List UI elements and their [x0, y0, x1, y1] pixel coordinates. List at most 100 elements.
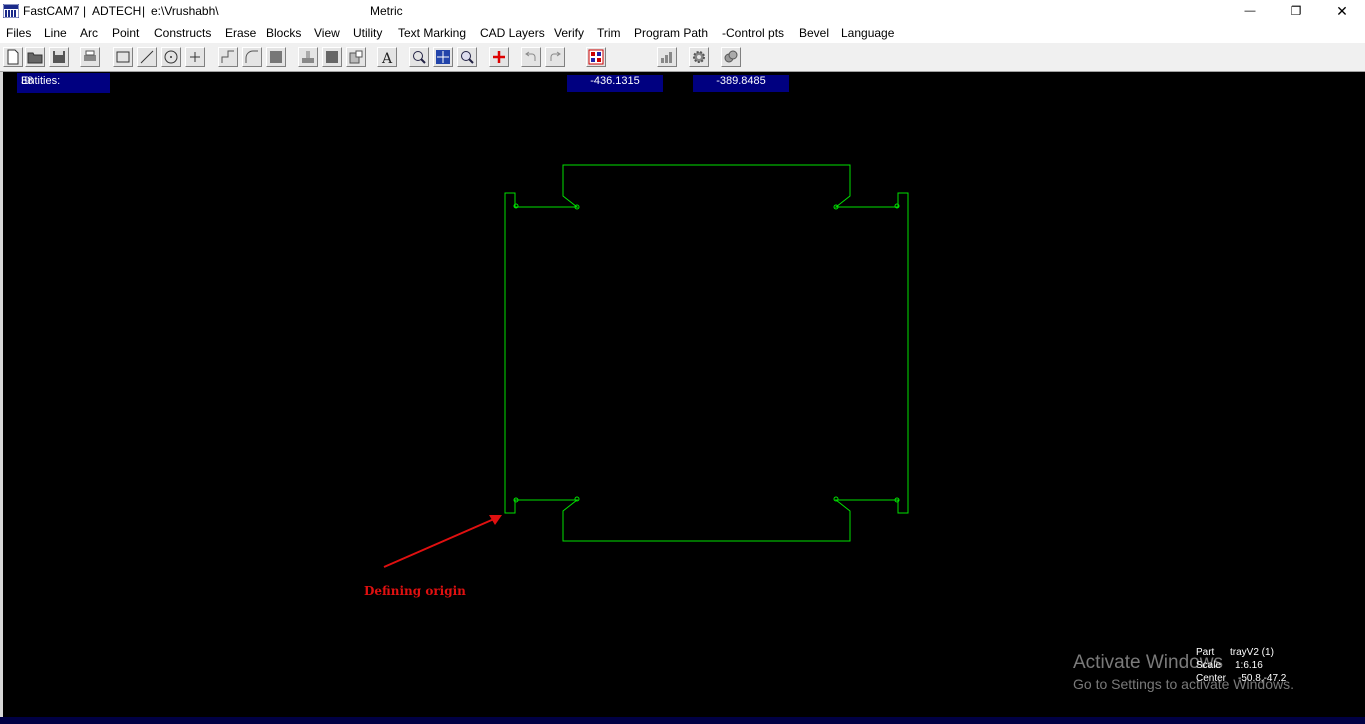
- add-button[interactable]: [489, 47, 509, 67]
- menu-view[interactable]: View: [314, 26, 340, 40]
- menu-program-path[interactable]: Program Path: [634, 26, 708, 40]
- close-button[interactable]: ✕: [1319, 0, 1365, 22]
- rectangle-tool[interactable]: [113, 47, 133, 67]
- line-tool[interactable]: [137, 47, 157, 67]
- copy-settings-button[interactable]: [721, 47, 741, 67]
- open-button[interactable]: [25, 47, 45, 67]
- part-label: Part: [1196, 647, 1215, 658]
- menu-bar: Files Line Arc Point Constructs Erase Bl…: [0, 22, 1365, 43]
- chart-button[interactable]: [657, 47, 677, 67]
- fastcam-logo-icon: [3, 4, 19, 18]
- title-separator: |: [83, 4, 87, 18]
- circle-icon: [164, 50, 178, 64]
- text-icon: A: [381, 51, 393, 65]
- settings-button[interactable]: [689, 47, 709, 67]
- open-folder-icon: [27, 52, 43, 64]
- menu-text-marking[interactable]: Text Marking: [398, 26, 466, 40]
- insert-tool[interactable]: [346, 47, 366, 67]
- calculator-button[interactable]: [586, 47, 606, 67]
- new-file-icon: [7, 49, 19, 65]
- erase-block-icon: [326, 51, 338, 63]
- redo-icon: [550, 51, 561, 61]
- step-tool[interactable]: [218, 47, 238, 67]
- filled-block-icon: [270, 51, 282, 63]
- menu-files[interactable]: Files: [6, 26, 31, 40]
- save-icon: [53, 51, 65, 63]
- company-name: ADTECH: [92, 4, 142, 18]
- center-value: -50.8,-47.2: [1238, 673, 1287, 684]
- zoom-window-button[interactable]: [409, 47, 429, 67]
- step-icon: [221, 50, 234, 63]
- filled-block-tool[interactable]: [266, 47, 286, 67]
- gear-icon: [693, 51, 705, 63]
- title-separator: |: [142, 4, 146, 18]
- file-path: e:\Vrushabh\: [151, 4, 219, 18]
- arc-corner-tool[interactable]: [242, 47, 262, 67]
- point-icon: [190, 52, 200, 62]
- center-label: Center: [1196, 673, 1227, 684]
- svg-text:A: A: [381, 51, 393, 65]
- minimize-icon: —: [1244, 5, 1256, 17]
- part-geometry: [383, 164, 909, 568]
- annotation-arrow: [383, 515, 502, 568]
- menu-cad-layers[interactable]: CAD Layers: [480, 26, 545, 40]
- insert-icon: [349, 50, 363, 64]
- chart-icon: [661, 52, 672, 63]
- zoom-extents-icon: [436, 50, 450, 64]
- drawing-canvas[interactable]: Defining origin: [3, 72, 1365, 724]
- menu-point[interactable]: Point: [112, 26, 139, 40]
- new-file-button[interactable]: [3, 47, 23, 67]
- menu-bevel[interactable]: Bevel: [799, 26, 829, 40]
- entities-count: 38: [21, 75, 34, 87]
- zoom-in-icon: [461, 51, 474, 64]
- menu-utility[interactable]: Utility: [353, 26, 382, 40]
- menu-arc[interactable]: Arc: [80, 26, 98, 40]
- close-icon: ✕: [1336, 2, 1348, 19]
- zoom-in-button[interactable]: [457, 47, 477, 67]
- print-button[interactable]: [80, 47, 100, 67]
- undo-icon: [525, 51, 536, 61]
- point-tool[interactable]: [185, 47, 205, 67]
- menu-blocks[interactable]: Blocks: [266, 26, 301, 40]
- menu-constructs[interactable]: Constructs: [154, 26, 211, 40]
- minimize-button[interactable]: —: [1227, 0, 1273, 22]
- line-icon: [140, 50, 154, 64]
- status-strip: [0, 717, 1365, 724]
- calculator-icon: [588, 49, 604, 65]
- undo-button[interactable]: [521, 47, 541, 67]
- copy-gear-icon: [724, 50, 738, 63]
- menu-language[interactable]: Language: [841, 26, 894, 40]
- text-tool[interactable]: A: [377, 47, 397, 67]
- add-cross-icon: [493, 51, 505, 63]
- restore-icon: ❐: [1290, 4, 1302, 18]
- menu-trim[interactable]: Trim: [597, 26, 621, 40]
- title-bar: FastCAM7 | ADTECH | e:\Vrushabh\ Metric …: [0, 0, 1365, 22]
- restore-button[interactable]: ❐: [1273, 0, 1319, 22]
- scale-label: Scale: [1196, 660, 1222, 671]
- part-value: trayV2 (1): [1230, 647, 1274, 658]
- rectangle-icon: [116, 51, 130, 63]
- part-outline: [504, 164, 909, 542]
- units-label: Metric: [370, 4, 403, 18]
- zoom-window-icon: [413, 51, 426, 64]
- toolbar: A: [0, 43, 1365, 72]
- arc-corner-icon: [245, 50, 258, 63]
- print-icon: [84, 50, 96, 61]
- entities-counter: Entities: 38: [17, 73, 110, 93]
- menu-line[interactable]: Line: [44, 26, 67, 40]
- stamp-icon: [302, 51, 314, 63]
- redo-button[interactable]: [545, 47, 565, 67]
- circle-tool[interactable]: [161, 47, 181, 67]
- app-title: FastCAM7: [23, 4, 80, 18]
- erase-block-tool[interactable]: [322, 47, 342, 67]
- annotation-label: Defining origin: [364, 584, 466, 598]
- stamp-tool[interactable]: [298, 47, 318, 67]
- menu-verify[interactable]: Verify: [554, 26, 584, 40]
- cursor-x-coordinate: -436.1315: [567, 75, 663, 92]
- zoom-extents-button[interactable]: [433, 47, 453, 67]
- cursor-y-coordinate: -389.8485: [693, 75, 789, 92]
- menu-control-pts[interactable]: -Control pts: [722, 26, 784, 40]
- scale-value: 1:6.16: [1235, 660, 1263, 671]
- menu-erase[interactable]: Erase: [225, 26, 256, 40]
- save-button[interactable]: [49, 47, 69, 67]
